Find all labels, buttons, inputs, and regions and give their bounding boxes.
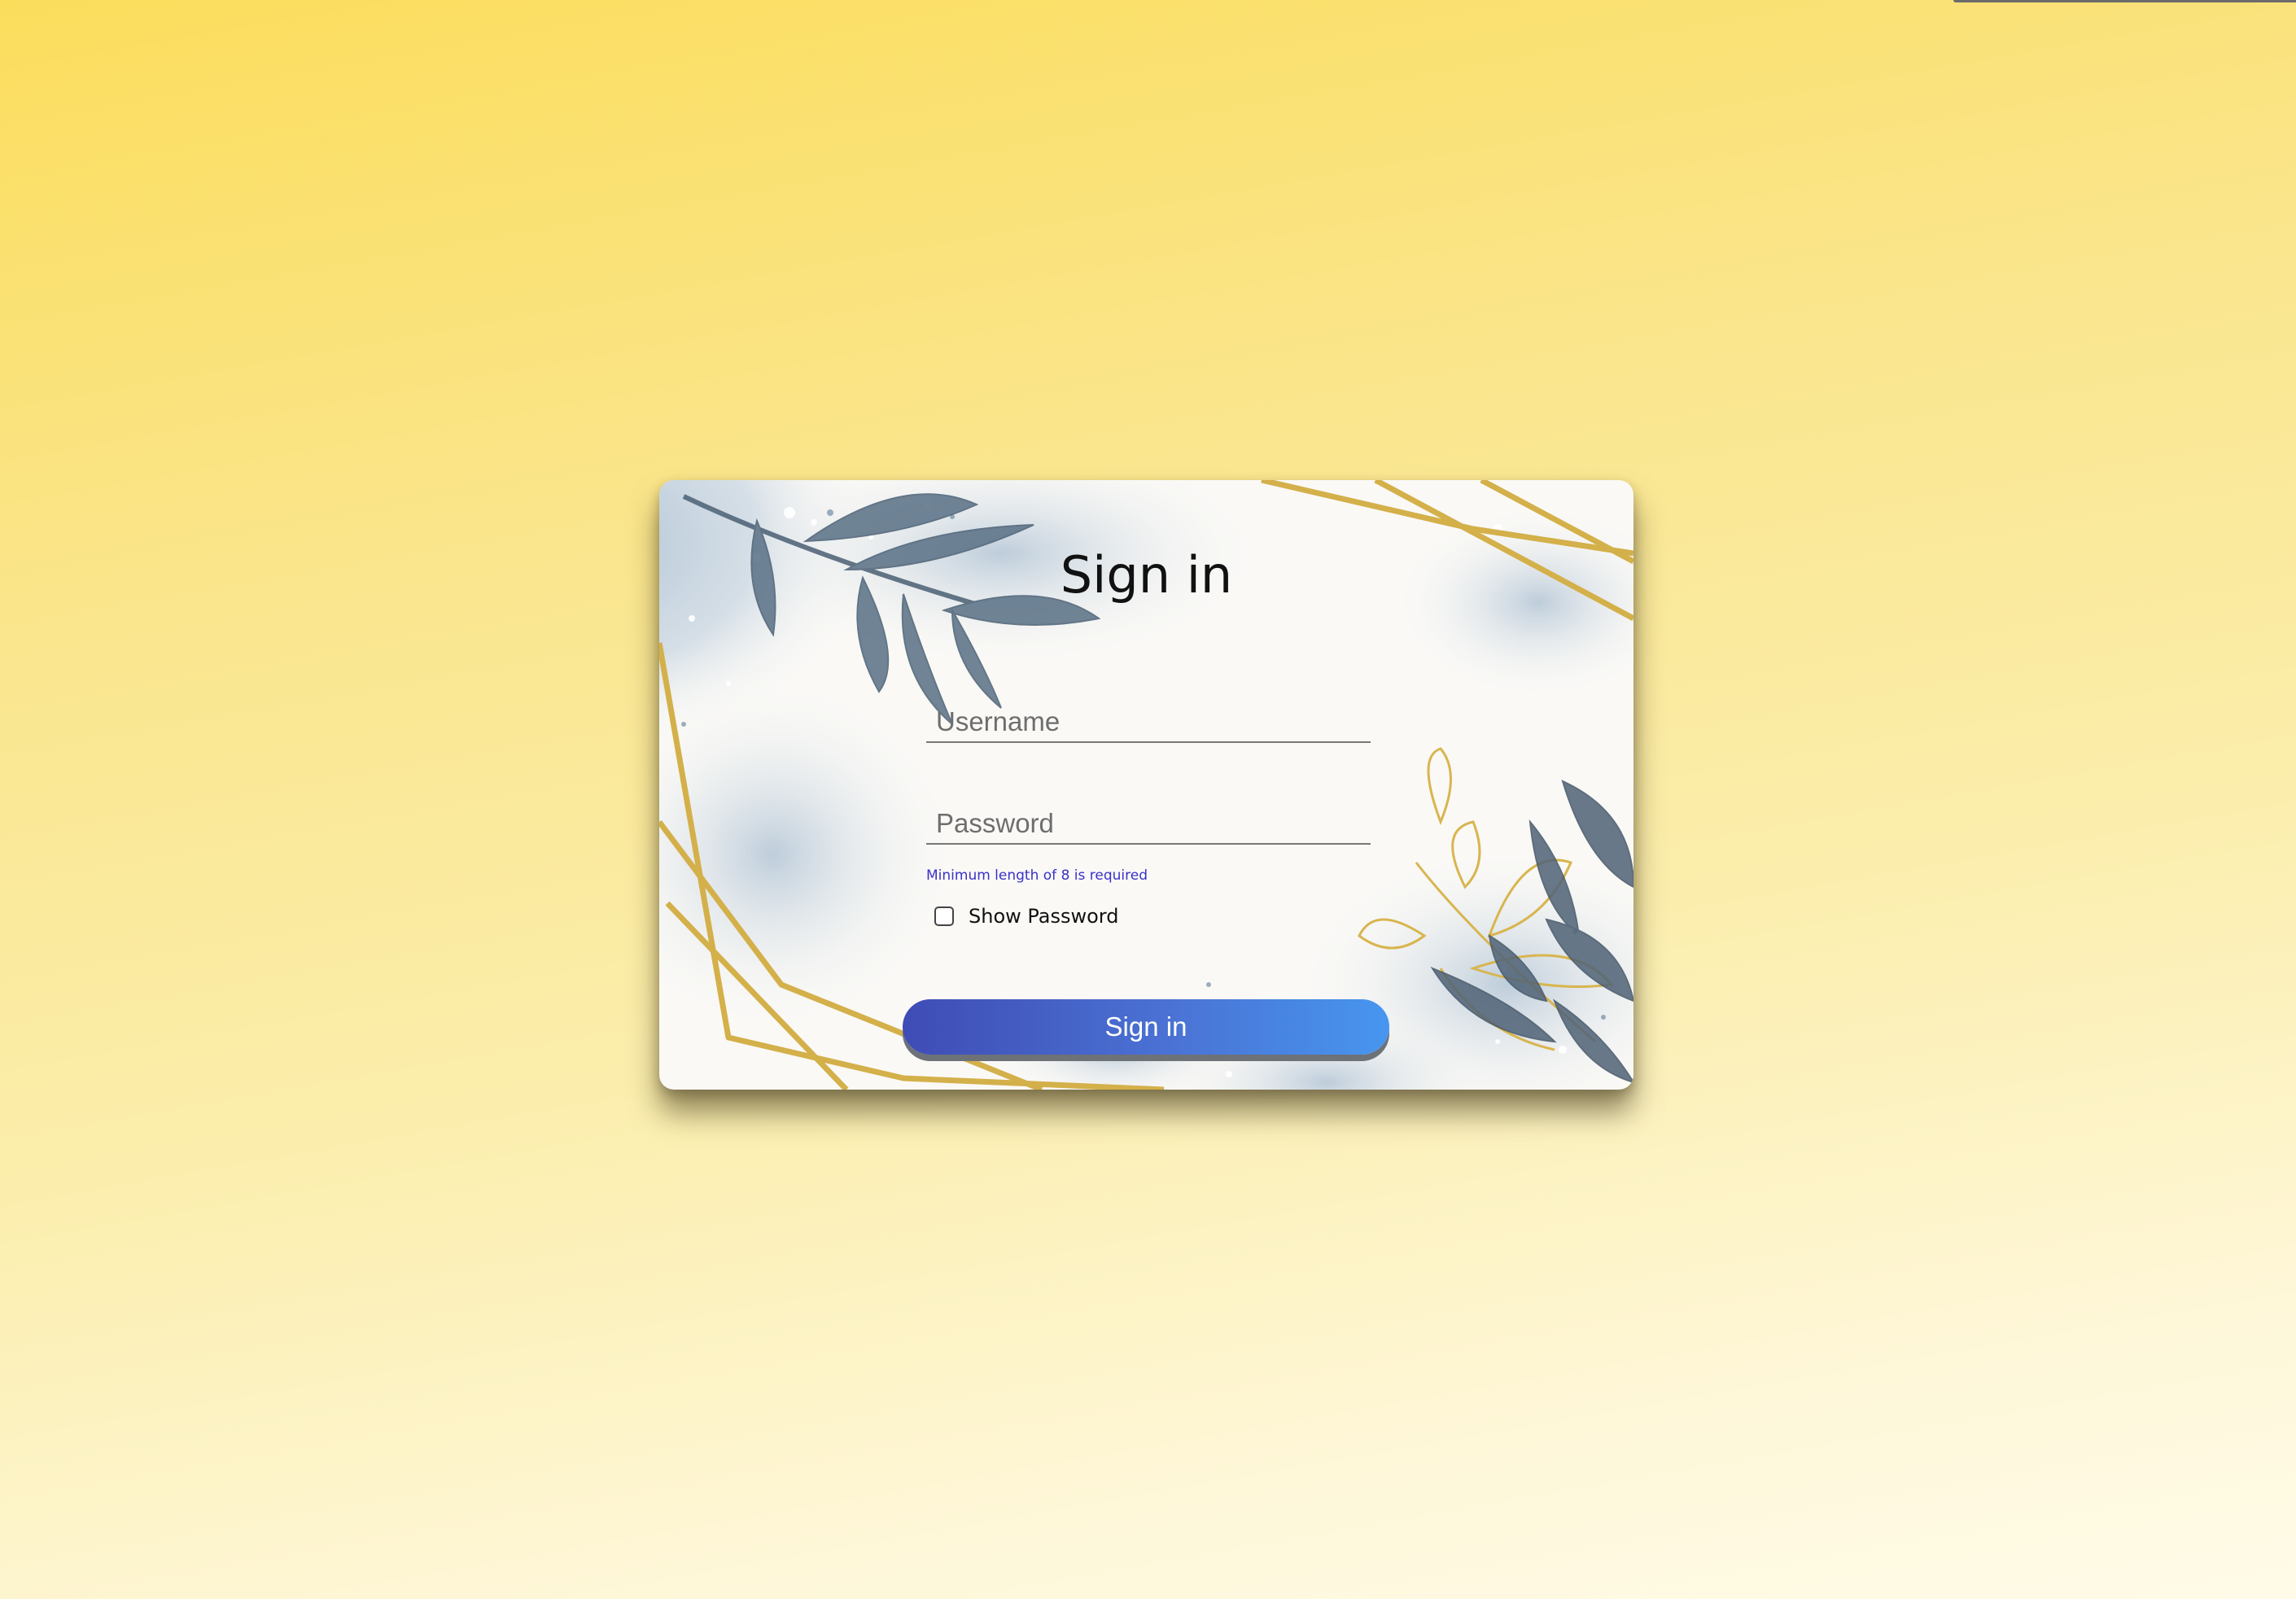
show-password-row[interactable]: Show Password — [934, 905, 1119, 928]
sign-in-button[interactable]: Sign in — [903, 999, 1389, 1055]
show-password-label[interactable]: Show Password — [969, 905, 1119, 928]
sign-in-card: Sign in Minimum length of 8 is required … — [659, 480, 1633, 1090]
password-hint: Minimum length of 8 is required — [926, 867, 1148, 884]
page-title: Sign in — [1060, 545, 1233, 605]
show-password-checkbox[interactable] — [934, 907, 954, 926]
password-field[interactable] — [926, 804, 1371, 845]
top-edge-tab — [1953, 0, 2296, 2]
username-field[interactable] — [926, 702, 1371, 743]
